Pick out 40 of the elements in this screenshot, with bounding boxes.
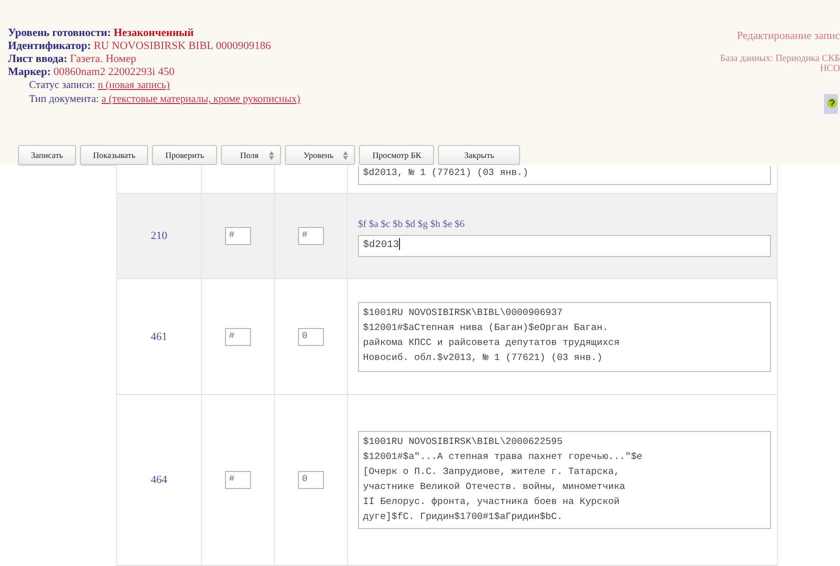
field-label: Идентификатор: [8,40,91,52]
text-field[interactable]: $1001RU NOVOSIBIRSK\BIBL\2000622595 $12001#$a"...А степная трава пахнет горечью..."$e [Очерк о П.С. Запрудиове, жителе г. Татарска, участнике Великой Отечеств. войны, минометчика II Белорус. фронта, участника боев на Курской дуге]$fС. Гридин$1700#1$aГридин$bС. [358,431,771,529]
indicator-field[interactable]: # [225,471,251,489]
spinner-arrows-icon [343,150,348,160]
field-value: 00860nam2 22002293i 450 [53,66,174,78]
field-value: Газета. Номер [70,53,136,65]
toolbar-button[interactable]: Проверить [152,145,218,165]
value-link[interactable]: n (новая запись) [98,80,170,91]
field-label: Уровень готовности: [8,27,111,39]
field-value: RU NOVOSIBIRSK BIBL 0000909186 [94,40,271,52]
value-link[interactable]: a (текстовые материалы, кроме рукописных) [102,94,300,105]
toolbar-button[interactable]: Записать [18,145,76,165]
dropdown-button[interactable]: Уровень [284,145,356,165]
indicator-field[interactable]: # [225,328,251,346]
field-label: Тип документа: [29,94,99,105]
indicator-field[interactable]: # [298,227,324,245]
field-label: Статус записи: [29,80,96,91]
field-value: Незаконченный [114,27,194,39]
field-tag: 464 [150,474,168,486]
text-field[interactable]: $d2013 [358,235,771,257]
dropdown-button[interactable]: Поля [221,145,281,165]
text-field[interactable]: $1001RU NOVOSIBIRSK\BIBL\0000906937 $12001#$aСтепная нива (Баган)$eОрган Баган. райкома КПСС и райсовета депутатов трудящихся Новосиб. обл.$v2013, № 1 (77621) (03 янв.) [358,302,771,372]
help-icon[interactable] [824,94,838,114]
field-label: Маркер: [8,66,51,78]
database-label: База данных: Периодика СКБ [720,54,840,64]
field-label: Лист ввода: [8,53,68,65]
table-row[interactable]: 210 # # $f $a $c $b $d $g $h $e $6 $d2013 [117,194,777,279]
text-field[interactable]: $d2013, № 1 (77621) (03 янв.) [358,166,771,185]
field-tag: 461 [150,330,168,342]
indicator-field[interactable]: 0 [298,328,324,346]
spinner-arrows-icon [268,150,274,160]
toolbar-button[interactable]: Закрыть [438,145,520,165]
indicator-field[interactable]: # [225,227,251,245]
field-tag: 210 [150,230,168,242]
page-mode-title: Редактирование запис [736,30,840,42]
toolbar-button[interactable]: Показывать [80,145,148,165]
database-label: НСО [820,64,840,74]
indicator-field[interactable]: 0 [298,471,324,489]
toolbar-button[interactable]: Просмотр БК [359,145,434,165]
subfield-hint: $f $a $c $b $d $g $h $e $6 [358,219,466,230]
